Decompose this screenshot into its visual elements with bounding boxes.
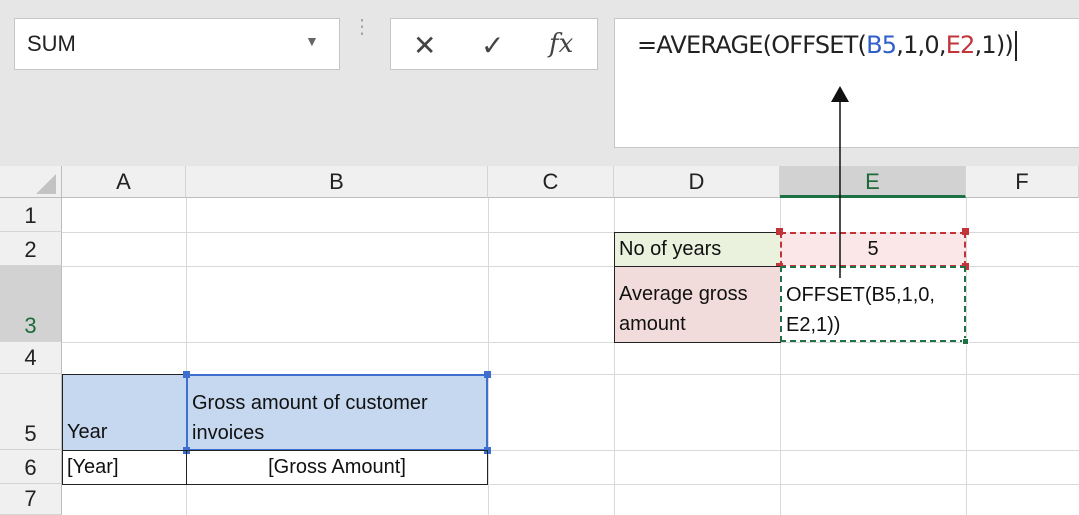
formula-ref-b5: B5 <box>866 31 897 59</box>
gridline <box>62 342 1079 343</box>
formula-suffix: ,1)) <box>974 31 1014 59</box>
column-header-b[interactable]: B <box>186 166 488 198</box>
cell-e2-value: 5 <box>867 238 879 260</box>
gridline <box>488 198 489 515</box>
column-header-d[interactable]: D <box>614 166 780 198</box>
formula-buttons: ✕ ✓ fx <box>390 18 598 70</box>
cell-e3-line1: OFFSET(B5,1,0, <box>786 284 935 306</box>
row-header-2[interactable]: 2 <box>0 232 62 266</box>
cell-e3-line2: E2,1)) <box>786 314 841 336</box>
cell-d3[interactable]: Average gross amount <box>614 266 781 343</box>
cell-d2-text: No of years <box>619 238 722 260</box>
cell-e2[interactable]: 5 <box>780 232 966 267</box>
insert-function-icon[interactable]: fx <box>549 29 573 59</box>
column-header-a[interactable]: A <box>62 166 186 198</box>
row-header-7[interactable]: 7 <box>0 484 62 515</box>
range-handle[interactable] <box>183 371 190 378</box>
formula-text: =AVERAGE(OFFSET(B5,1,0,E2,1)) <box>637 31 1017 61</box>
cell-d3-line2: amount <box>619 313 686 335</box>
cell-e3-active[interactable]: OFFSET(B5,1,0, E2,1)) <box>780 266 966 342</box>
gridline <box>966 198 967 515</box>
range-handle[interactable] <box>776 228 783 235</box>
range-handle[interactable] <box>962 228 969 235</box>
enter-icon[interactable]: ✓ <box>481 29 504 62</box>
cell-a6-text: [Year] <box>67 456 119 478</box>
formula-mid: ,1,0, <box>896 31 946 59</box>
cell-b6-text: [Gross Amount] <box>268 456 406 478</box>
cell-b5[interactable]: Gross amount of customer invoices <box>186 374 488 451</box>
cell-a6[interactable]: [Year] <box>62 450 187 485</box>
cell-b6[interactable]: [Gross Amount] <box>186 450 488 485</box>
name-box[interactable]: SUM ▼ <box>14 18 340 70</box>
cancel-icon[interactable]: ✕ <box>413 29 436 62</box>
cell-b5-line1: Gross amount of customer <box>192 392 428 414</box>
select-all-corner[interactable] <box>0 166 62 198</box>
fill-handle[interactable] <box>962 338 969 345</box>
cell-d2[interactable]: No of years <box>614 232 781 267</box>
row-header-4[interactable]: 4 <box>0 342 62 374</box>
range-handle[interactable] <box>484 371 491 378</box>
name-box-value: SUM <box>27 31 76 56</box>
row-header-6[interactable]: 6 <box>0 450 62 484</box>
column-header-e[interactable]: E <box>780 166 966 198</box>
text-cursor <box>1014 31 1017 61</box>
row-header-5[interactable]: 5 <box>0 374 62 450</box>
formula-prefix: =AVERAGE(OFFSET( <box>637 31 867 59</box>
column-header-f[interactable]: F <box>966 166 1079 198</box>
cell-a5-text: Year <box>67 421 108 443</box>
formula-ref-e2: E2 <box>945 31 976 59</box>
cell-d3-line1: Average gross <box>619 283 748 305</box>
annotation-arrow <box>831 86 849 278</box>
cell-b5-line2: invoices <box>192 422 265 444</box>
cell-a5[interactable]: Year <box>62 374 187 451</box>
drag-handle-icon[interactable]: ⋮ <box>352 17 372 37</box>
row-header-1[interactable]: 1 <box>0 198 62 232</box>
row-header-3[interactable]: 3 <box>0 266 62 342</box>
select-all-icon <box>36 174 56 194</box>
column-header-c[interactable]: C <box>488 166 614 198</box>
chevron-down-icon[interactable]: ▼ <box>305 33 319 49</box>
